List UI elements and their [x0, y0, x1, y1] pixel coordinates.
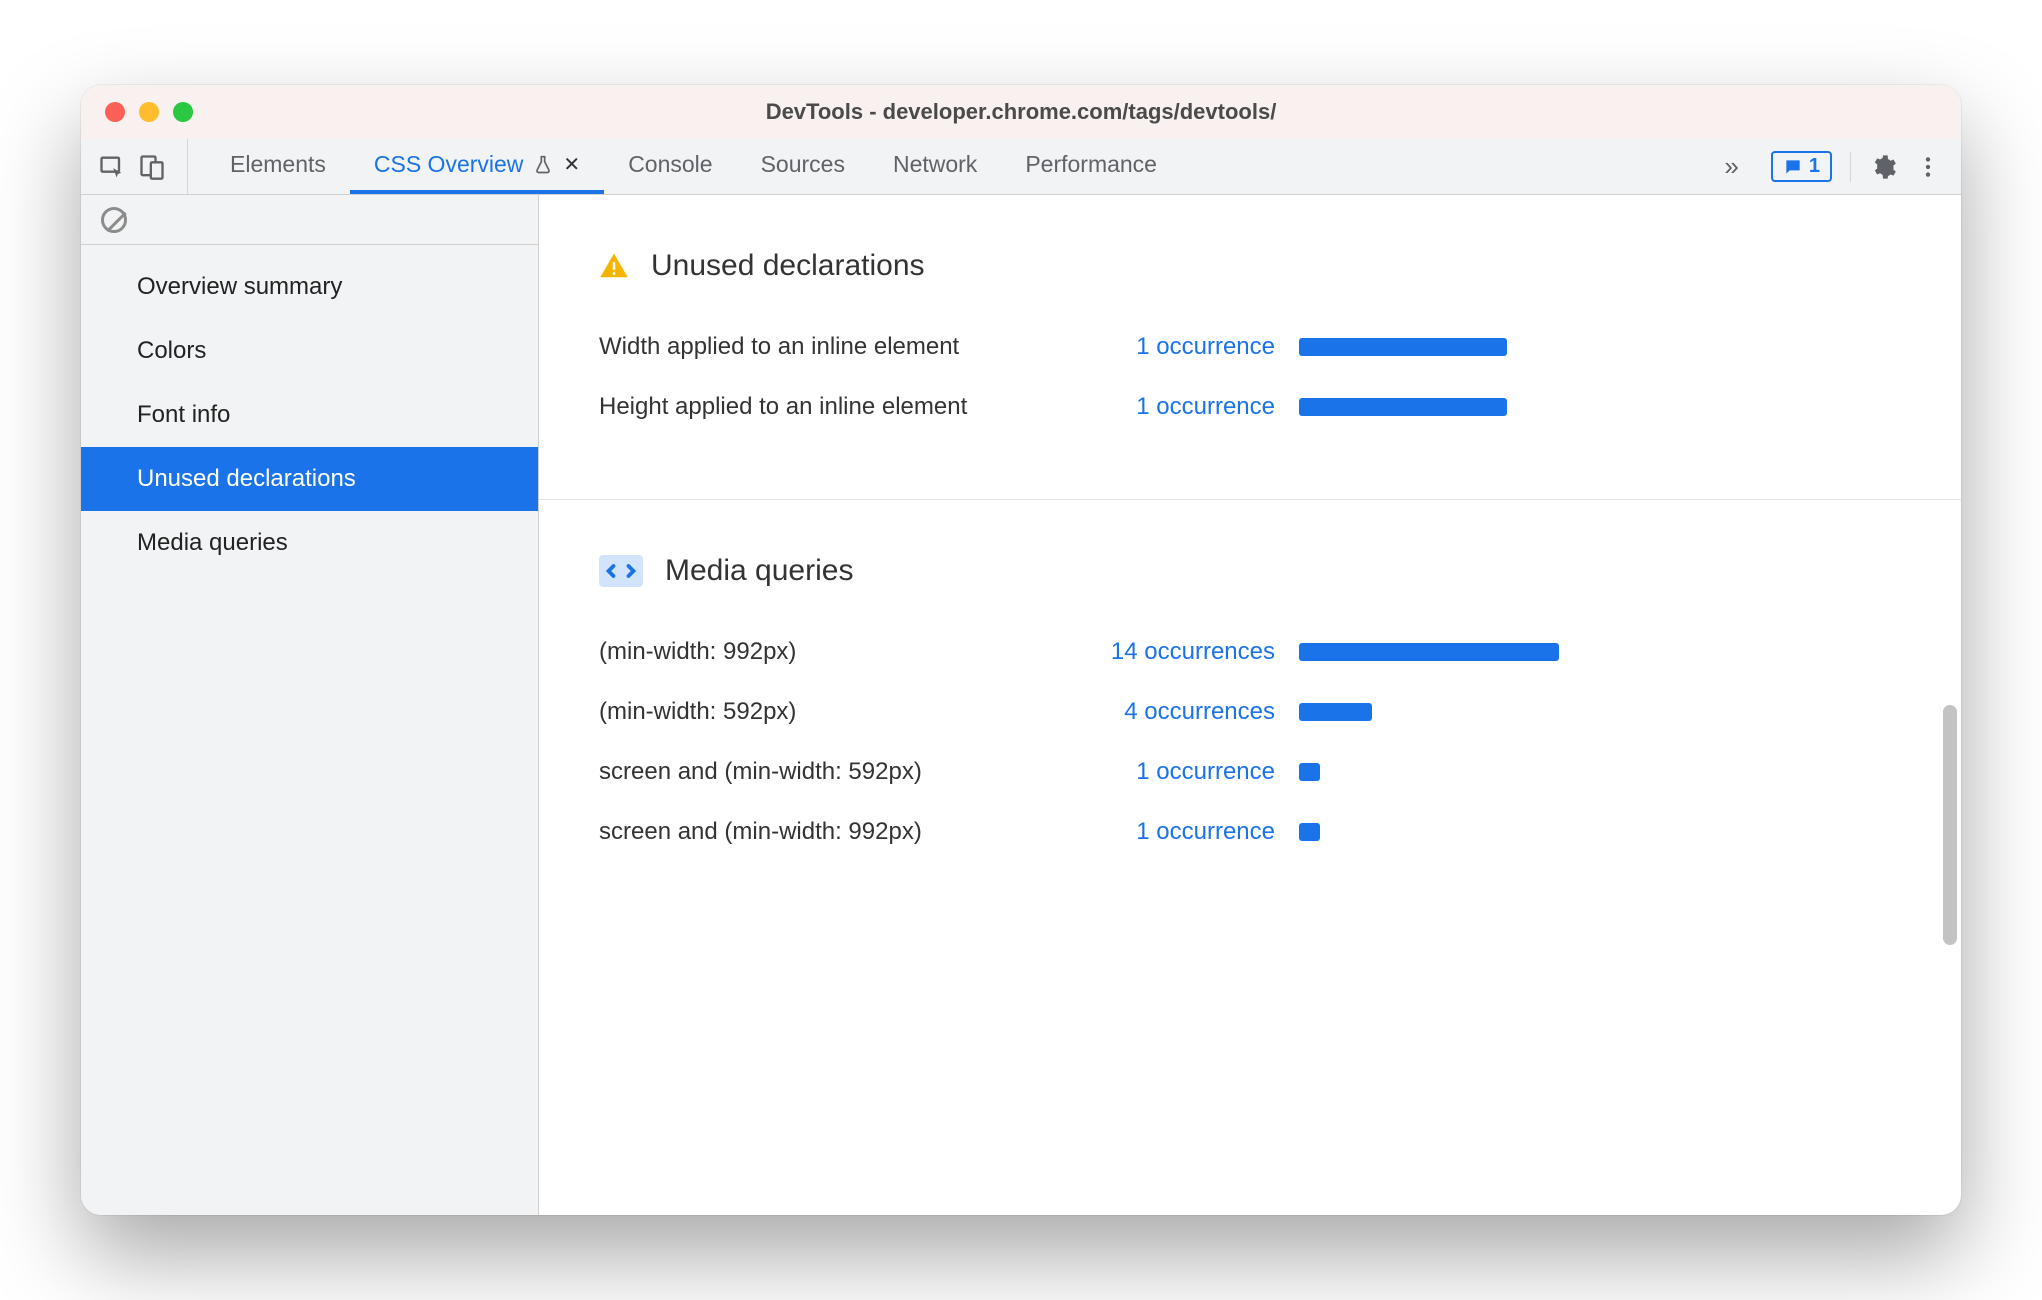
tab-network[interactable]: Network: [869, 139, 1001, 194]
tab-label: Performance: [1025, 151, 1157, 178]
warning-icon: [599, 251, 629, 281]
occurrence-link[interactable]: 1 occurrence: [1079, 758, 1299, 786]
more-options-icon[interactable]: [1915, 154, 1941, 180]
settings-icon[interactable]: [1869, 153, 1897, 181]
window-titlebar: DevTools - developer.chrome.com/tags/dev…: [81, 85, 1961, 139]
messages-count: 1: [1809, 155, 1820, 178]
row-label: screen and (min-width: 592px): [599, 758, 1079, 786]
media-row: screen and (min-width: 992px) 1 occurren…: [599, 818, 1901, 846]
panel-body: Overview summary Colors Font info Unused…: [81, 195, 1961, 1215]
tab-css-overview[interactable]: CSS Overview ✕: [350, 139, 604, 194]
bar-track: [1299, 643, 1559, 661]
bar-track: [1299, 703, 1559, 721]
sidebar-item-colors[interactable]: Colors: [81, 319, 538, 383]
tab-sources[interactable]: Sources: [737, 139, 869, 194]
bar-fill: [1299, 763, 1320, 781]
unused-row: Width applied to an inline element 1 occ…: [599, 333, 1901, 361]
bar-track: [1299, 398, 1559, 416]
sidebar-item-unused-declarations[interactable]: Unused declarations: [81, 447, 538, 511]
tab-performance[interactable]: Performance: [1001, 139, 1181, 194]
minimize-window-button[interactable]: [139, 102, 159, 122]
tab-label: Elements: [230, 151, 326, 178]
sidebar-item-overview-summary[interactable]: Overview summary: [81, 255, 538, 319]
sidebar-nav: Overview summary Colors Font info Unused…: [81, 245, 538, 575]
media-row: (min-width: 592px) 4 occurrences: [599, 698, 1901, 726]
media-row: (min-width: 992px) 14 occurrences: [599, 638, 1901, 666]
section-title: Unused declarations: [651, 249, 925, 283]
tabstrip-right: » 1: [1704, 139, 1961, 194]
sidebar-item-label: Colors: [137, 337, 206, 364]
section-unused-declarations: Unused declarations Width applied to an …: [539, 195, 1961, 500]
tab-label: Sources: [761, 151, 845, 178]
close-window-button[interactable]: [105, 102, 125, 122]
bar-track: [1299, 823, 1559, 841]
unused-row: Height applied to an inline element 1 oc…: [599, 393, 1901, 421]
panel-tabs: Elements CSS Overview ✕ Console Sources …: [188, 139, 1704, 194]
sidebar-item-label: Unused declarations: [137, 465, 356, 492]
row-label: (min-width: 992px): [599, 638, 1079, 666]
occurrence-link[interactable]: 4 occurrences: [1079, 698, 1299, 726]
row-label: Width applied to an inline element: [599, 333, 1079, 361]
sidebar-item-font-info[interactable]: Font info: [81, 383, 538, 447]
occurrence-link[interactable]: 14 occurrences: [1079, 638, 1299, 666]
bar-fill: [1299, 643, 1559, 661]
clear-overview-icon[interactable]: [101, 207, 127, 233]
section-title: Media queries: [665, 554, 853, 588]
bar-fill: [1299, 703, 1372, 721]
inspect-element-icon[interactable]: [95, 150, 129, 184]
sidebar-item-media-queries[interactable]: Media queries: [81, 511, 538, 575]
sidebar-item-label: Media queries: [137, 529, 288, 556]
css-overview-sidebar: Overview summary Colors Font info Unused…: [81, 195, 539, 1215]
messages-badge[interactable]: 1: [1771, 151, 1832, 182]
bar-fill: [1299, 823, 1320, 841]
tab-elements[interactable]: Elements: [206, 139, 350, 194]
row-label: (min-width: 592px): [599, 698, 1079, 726]
occurrence-link[interactable]: 1 occurrence: [1079, 333, 1299, 361]
row-label: screen and (min-width: 992px): [599, 818, 1079, 846]
traffic-lights: [105, 102, 193, 122]
tab-console[interactable]: Console: [604, 139, 736, 194]
tab-label: Console: [628, 151, 712, 178]
occurrence-link[interactable]: 1 occurrence: [1079, 393, 1299, 421]
devtools-tabstrip: Elements CSS Overview ✕ Console Sources …: [81, 139, 1961, 195]
divider: [1850, 152, 1851, 182]
tab-label: CSS Overview: [374, 151, 524, 178]
row-label: Height applied to an inline element: [599, 393, 1079, 421]
media-row: screen and (min-width: 592px) 1 occurren…: [599, 758, 1901, 786]
sidebar-item-label: Overview summary: [137, 273, 342, 300]
devtools-window: DevTools - developer.chrome.com/tags/dev…: [81, 85, 1961, 1215]
section-header: Media queries: [599, 554, 1901, 588]
fullscreen-window-button[interactable]: [173, 102, 193, 122]
sidebar-item-label: Font info: [137, 401, 230, 428]
window-title: DevTools - developer.chrome.com/tags/dev…: [81, 99, 1961, 125]
bar-track: [1299, 763, 1559, 781]
bar-track: [1299, 338, 1559, 356]
inspect-controls: [95, 139, 188, 194]
section-header: Unused declarations: [599, 249, 1901, 283]
css-overview-main[interactable]: Unused declarations Width applied to an …: [539, 195, 1961, 1215]
experiment-icon: [533, 155, 553, 175]
media-query-icon: [599, 555, 643, 587]
sidebar-toolbar: [81, 195, 538, 245]
tab-label: Network: [893, 151, 977, 178]
more-tabs-icon[interactable]: »: [1724, 151, 1752, 182]
section-media-queries: Media queries (min-width: 992px) 14 occu…: [539, 500, 1961, 924]
close-tab-icon[interactable]: ✕: [563, 152, 580, 177]
occurrence-link[interactable]: 1 occurrence: [1079, 818, 1299, 846]
bar-fill: [1299, 398, 1507, 416]
scrollbar-thumb[interactable]: [1943, 705, 1957, 945]
device-toolbar-icon[interactable]: [135, 150, 169, 184]
bar-fill: [1299, 338, 1507, 356]
